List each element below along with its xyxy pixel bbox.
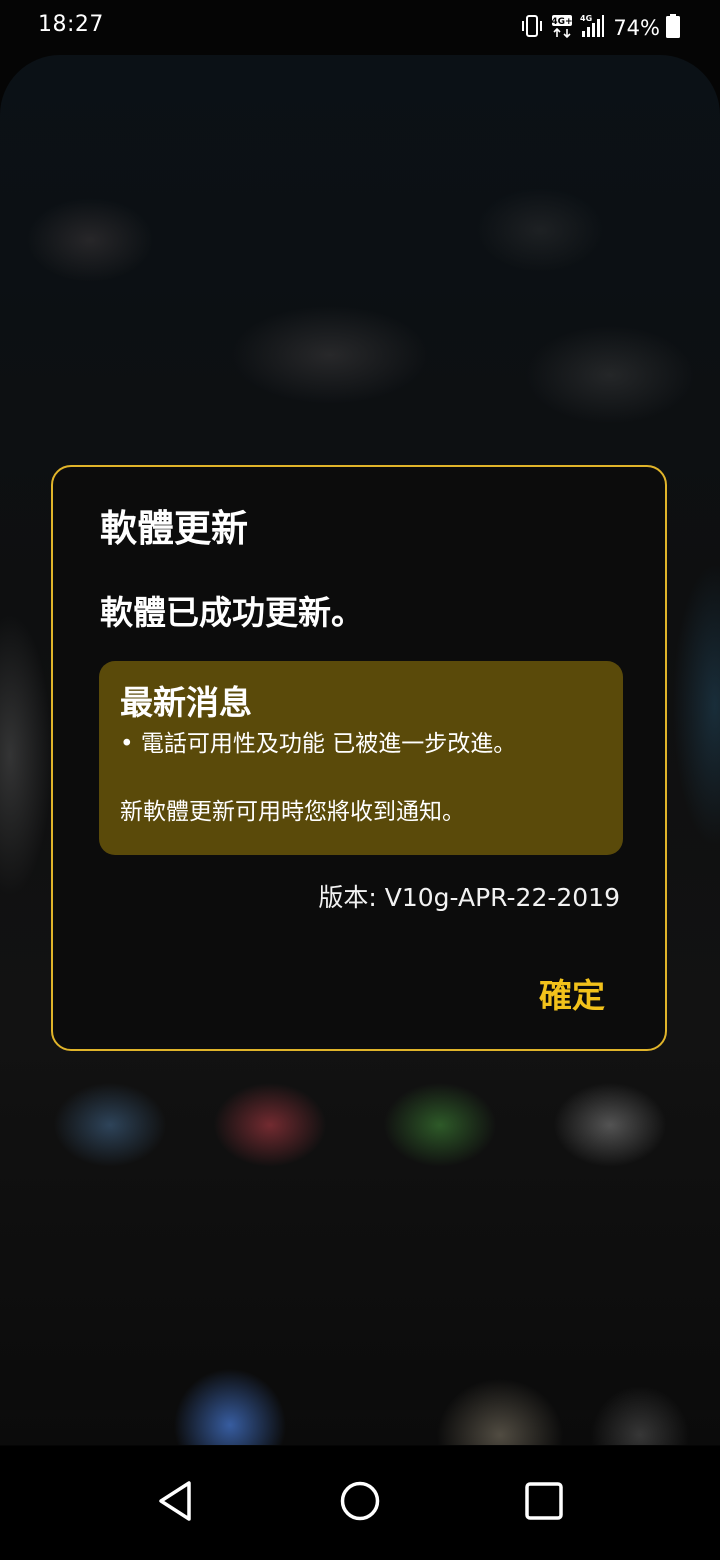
status-icons: 4G+ 4G 74% bbox=[519, 13, 680, 43]
whats-new-heading: 最新消息 bbox=[120, 683, 252, 722]
confirm-button[interactable]: 確定 bbox=[523, 965, 621, 1021]
whats-new-box: 最新消息 • 電話可用性及功能 已被進一步改進。 新軟體更新可用時您將收到通知。 bbox=[99, 661, 623, 855]
recents-button[interactable] bbox=[509, 1468, 579, 1538]
screen: 18:27 4G+ 4G 74% 軟體更新 軟體已成功更新。 最新消息 • 電話… bbox=[0, 0, 720, 1560]
whats-new-item: • 電話可用性及功能 已被進一步改進。 bbox=[120, 731, 517, 757]
update-success-message: 軟體已成功更新。 bbox=[100, 593, 364, 632]
vibrate-icon bbox=[519, 14, 545, 42]
battery-icon bbox=[666, 14, 680, 42]
software-update-dialog: 軟體更新 軟體已成功更新。 最新消息 • 電話可用性及功能 已被進一步改進。 新… bbox=[51, 465, 667, 1051]
software-version: 版本: V10g-APR-22-2019 bbox=[318, 883, 620, 912]
back-button[interactable] bbox=[140, 1468, 210, 1538]
recents-icon bbox=[524, 1481, 564, 1525]
battery-percent: 74% bbox=[613, 16, 660, 40]
navigation-bar bbox=[0, 1446, 720, 1560]
home-icon bbox=[339, 1480, 381, 1526]
dialog-title: 軟體更新 bbox=[100, 507, 248, 550]
signal-badge-text: 4G bbox=[580, 14, 592, 23]
network-4g-plus-icon: 4G+ bbox=[551, 13, 573, 43]
network-badge-text: 4G+ bbox=[552, 17, 573, 27]
back-icon bbox=[155, 1479, 195, 1527]
status-bar: 18:27 4G+ 4G 74% bbox=[0, 0, 720, 55]
status-time: 18:27 bbox=[38, 12, 104, 37]
signal-strength-icon: 4G bbox=[579, 13, 605, 43]
home-button[interactable] bbox=[325, 1468, 395, 1538]
whats-new-note: 新軟體更新可用時您將收到通知。 bbox=[120, 799, 465, 825]
